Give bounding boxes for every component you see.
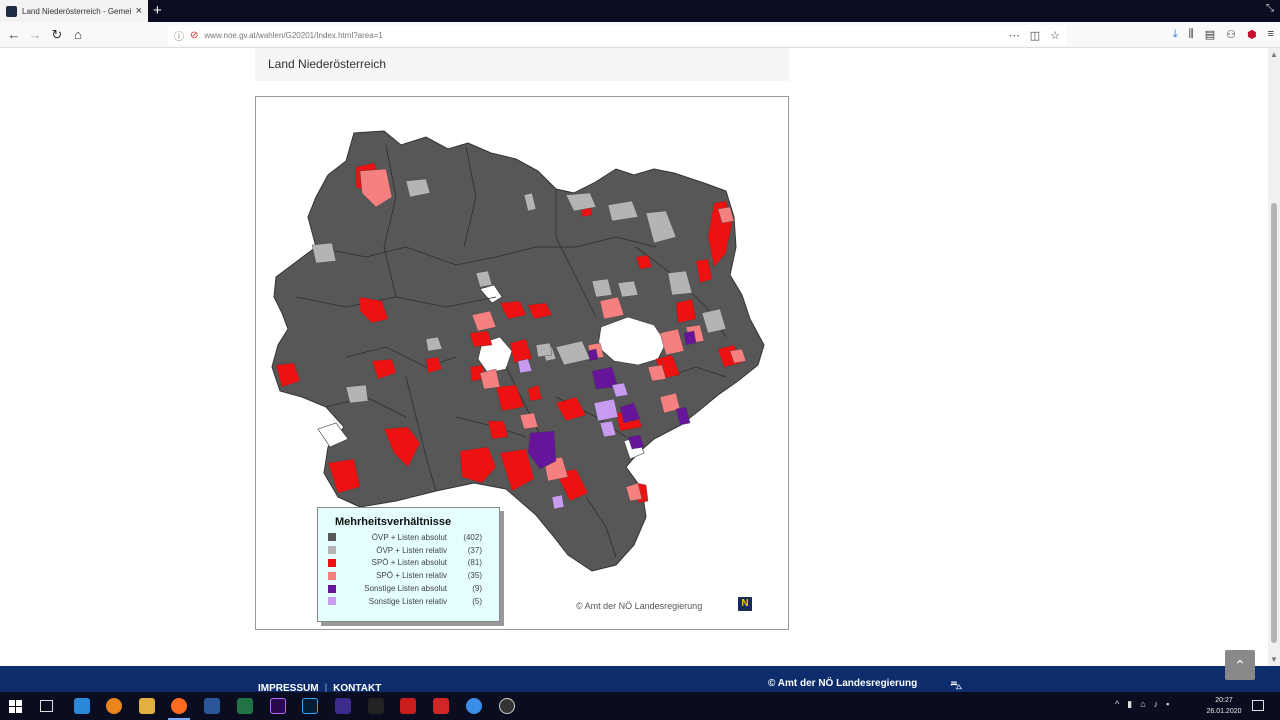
legend-label: SPÖ + Listen absolut bbox=[371, 558, 447, 568]
download-icon[interactable]: ⤓ bbox=[1173, 28, 1178, 41]
clock-time: 20:27 bbox=[1215, 697, 1233, 704]
site-favicon-icon bbox=[6, 5, 17, 17]
library-icon[interactable]: ⫼ bbox=[1189, 28, 1194, 41]
legend-label: ÖVP + Listen absolut bbox=[371, 532, 447, 542]
legend-swatch bbox=[328, 558, 336, 567]
ublock-icon[interactable]: ⬢ bbox=[1247, 28, 1257, 41]
premiere-icon[interactable] bbox=[270, 698, 286, 714]
url-text[interactable]: www.noe.gv.at/wahlen/G20201/Index.html?a… bbox=[204, 31, 382, 40]
footer-copyright: © Amt der NÖ Landesregierung bbox=[768, 678, 918, 689]
forward-arrow-icon[interactable]: → bbox=[27, 27, 43, 43]
minimize-icon[interactable]: ⤡ bbox=[1266, 3, 1274, 14]
scroll-down-icon[interactable]: ▼ bbox=[1270, 655, 1278, 664]
file-explorer-icon[interactable] bbox=[139, 698, 155, 714]
legend-count: (81) bbox=[467, 558, 482, 568]
legend-count: (37) bbox=[467, 545, 482, 555]
home-icon[interactable]: ⌂ bbox=[70, 27, 86, 43]
firefox-icon[interactable] bbox=[171, 698, 187, 714]
acrobat-icon[interactable] bbox=[433, 698, 449, 714]
window-controls: ⤡ bbox=[1266, 3, 1274, 14]
legend-label: SPÖ + Listen relativ bbox=[376, 571, 447, 581]
windows-start-icon[interactable] bbox=[9, 700, 22, 713]
tray-expand-icon[interactable]: ^ bbox=[1115, 699, 1119, 710]
taskbar-app-icon[interactable] bbox=[74, 698, 90, 714]
map-legend: Mehrheitsverhältnisse ÖVP + Listen absol… bbox=[317, 507, 500, 622]
taskbar-app-icon[interactable] bbox=[368, 698, 384, 714]
task-view-icon[interactable] bbox=[40, 700, 53, 712]
taskbar-app-icon[interactable] bbox=[466, 698, 482, 714]
url-bar[interactable]: ⓘ ⊘ www.noe.gv.at/wahlen/G20201/Index.ht… bbox=[168, 25, 1066, 45]
insecure-lock-icon[interactable]: ⊘ bbox=[190, 30, 198, 41]
word-icon[interactable] bbox=[204, 698, 220, 714]
legend-count: (5) bbox=[472, 596, 482, 606]
reload-icon[interactable]: ↻ bbox=[49, 27, 65, 43]
excel-icon[interactable] bbox=[237, 698, 253, 714]
taskbar-app-icon[interactable] bbox=[499, 698, 515, 714]
browser-navigation-bar: ← → ↻ ⌂ ⓘ ⊘ www.noe.gv.at/wahlen/G20201/… bbox=[0, 22, 1280, 48]
hamburger-menu-icon[interactable]: ≡ bbox=[1268, 28, 1274, 41]
browser-tab-active[interactable]: Land Niederösterreich - Gemei × bbox=[0, 0, 148, 22]
legend-label: Sonstige Listen absolut bbox=[364, 584, 447, 594]
page-content: Land Niederösterreich Mehrheitsverhältni… bbox=[0, 48, 1268, 666]
legend-title: Mehrheitsverhältnisse bbox=[335, 516, 452, 528]
page-heading: Land Niederösterreich bbox=[255, 48, 789, 81]
election-map-panel: Mehrheitsverhältnisse ÖVP + Listen absol… bbox=[255, 96, 789, 630]
legend-label: ÖVP + Listen relativ bbox=[376, 545, 447, 555]
legend-swatch bbox=[328, 533, 336, 542]
browser-toolbar: ⤓ ⫼ ▤ ⚇ ⬢ ≡ bbox=[1173, 28, 1274, 41]
page-actions-icon[interactable]: ⋯ bbox=[1009, 29, 1020, 42]
close-tab-icon[interactable]: × bbox=[136, 5, 142, 17]
legend-swatch bbox=[328, 597, 336, 606]
filezilla-icon[interactable] bbox=[400, 698, 416, 714]
bookmark-star-icon[interactable]: ☆ bbox=[1050, 29, 1060, 42]
legend-count: (9) bbox=[472, 584, 482, 594]
new-tab-icon[interactable]: + bbox=[153, 2, 162, 20]
windows-taskbar: ^ ▮ ⌂ ♪ ▪ 20:27 26.01.2020 bbox=[0, 692, 1280, 720]
info-icon[interactable]: ⓘ bbox=[174, 28, 184, 43]
system-tray: ^ ▮ ⌂ ♪ ▪ bbox=[1115, 699, 1169, 710]
back-arrow-icon[interactable]: ← bbox=[6, 27, 22, 43]
photoshop-icon[interactable] bbox=[302, 698, 318, 714]
noe-logo-icon: N bbox=[738, 597, 752, 611]
taskbar-clock[interactable]: 20:27 26.01.2020 bbox=[1202, 695, 1246, 717]
legend-item: Sonstige Listen absolut (9) bbox=[328, 582, 489, 595]
legend-item: ÖVP + Listen relativ (37) bbox=[328, 544, 489, 557]
legend-label: Sonstige Listen relativ bbox=[368, 596, 447, 606]
language-icon[interactable]: ▪ bbox=[1166, 699, 1169, 710]
legend-count: (35) bbox=[467, 571, 482, 581]
legend-swatch bbox=[328, 546, 336, 555]
notification-center-icon[interactable] bbox=[1252, 700, 1264, 711]
taskbar-app-icon[interactable] bbox=[335, 698, 351, 714]
back-to-top-button[interactable]: ⌃ bbox=[1225, 650, 1255, 680]
browser-tab-bar: Land Niederösterreich - Gemei × + ⤡ bbox=[0, 0, 1280, 22]
scrollbar-thumb[interactable] bbox=[1271, 203, 1277, 643]
network-icon[interactable]: ⌂ bbox=[1140, 699, 1145, 710]
legend-swatch bbox=[328, 571, 336, 580]
scroll-up-icon[interactable]: ▲ bbox=[1270, 50, 1278, 59]
map-copyright: © Amt der NÖ Landesregierung bbox=[576, 601, 703, 611]
page-scrollbar[interactable]: ▲ ▼ bbox=[1268, 48, 1280, 666]
legend-swatch bbox=[328, 584, 336, 593]
tray-app-icon[interactable]: ▮ bbox=[1127, 699, 1132, 710]
legend-item: Sonstige Listen relativ (5) bbox=[328, 595, 489, 608]
taskbar-app-icon[interactable] bbox=[106, 698, 122, 714]
sidebar-icon[interactable]: ▤ bbox=[1205, 28, 1215, 41]
legend-item: SPÖ + Listen relativ (35) bbox=[328, 569, 489, 582]
pocket-icon[interactable]: ◫ bbox=[1030, 29, 1040, 42]
legend-rows: ÖVP + Listen absolut (402) ÖVP + Listen … bbox=[328, 531, 489, 608]
tab-title: Land Niederösterreich - Gemei bbox=[22, 6, 131, 16]
clock-date: 26.01.2020 bbox=[1206, 708, 1242, 715]
account-icon[interactable]: ⚇ bbox=[1226, 28, 1236, 41]
legend-item: ÖVP + Listen absolut (402) bbox=[328, 531, 489, 544]
page-footer: IMPRESSUM | KONTAKT © Amt der NÖ Landesr… bbox=[0, 666, 1280, 694]
legend-item: SPÖ + Listen absolut (81) bbox=[328, 557, 489, 570]
volume-icon[interactable]: ♪ bbox=[1154, 699, 1159, 710]
legend-count: (402) bbox=[463, 532, 482, 542]
